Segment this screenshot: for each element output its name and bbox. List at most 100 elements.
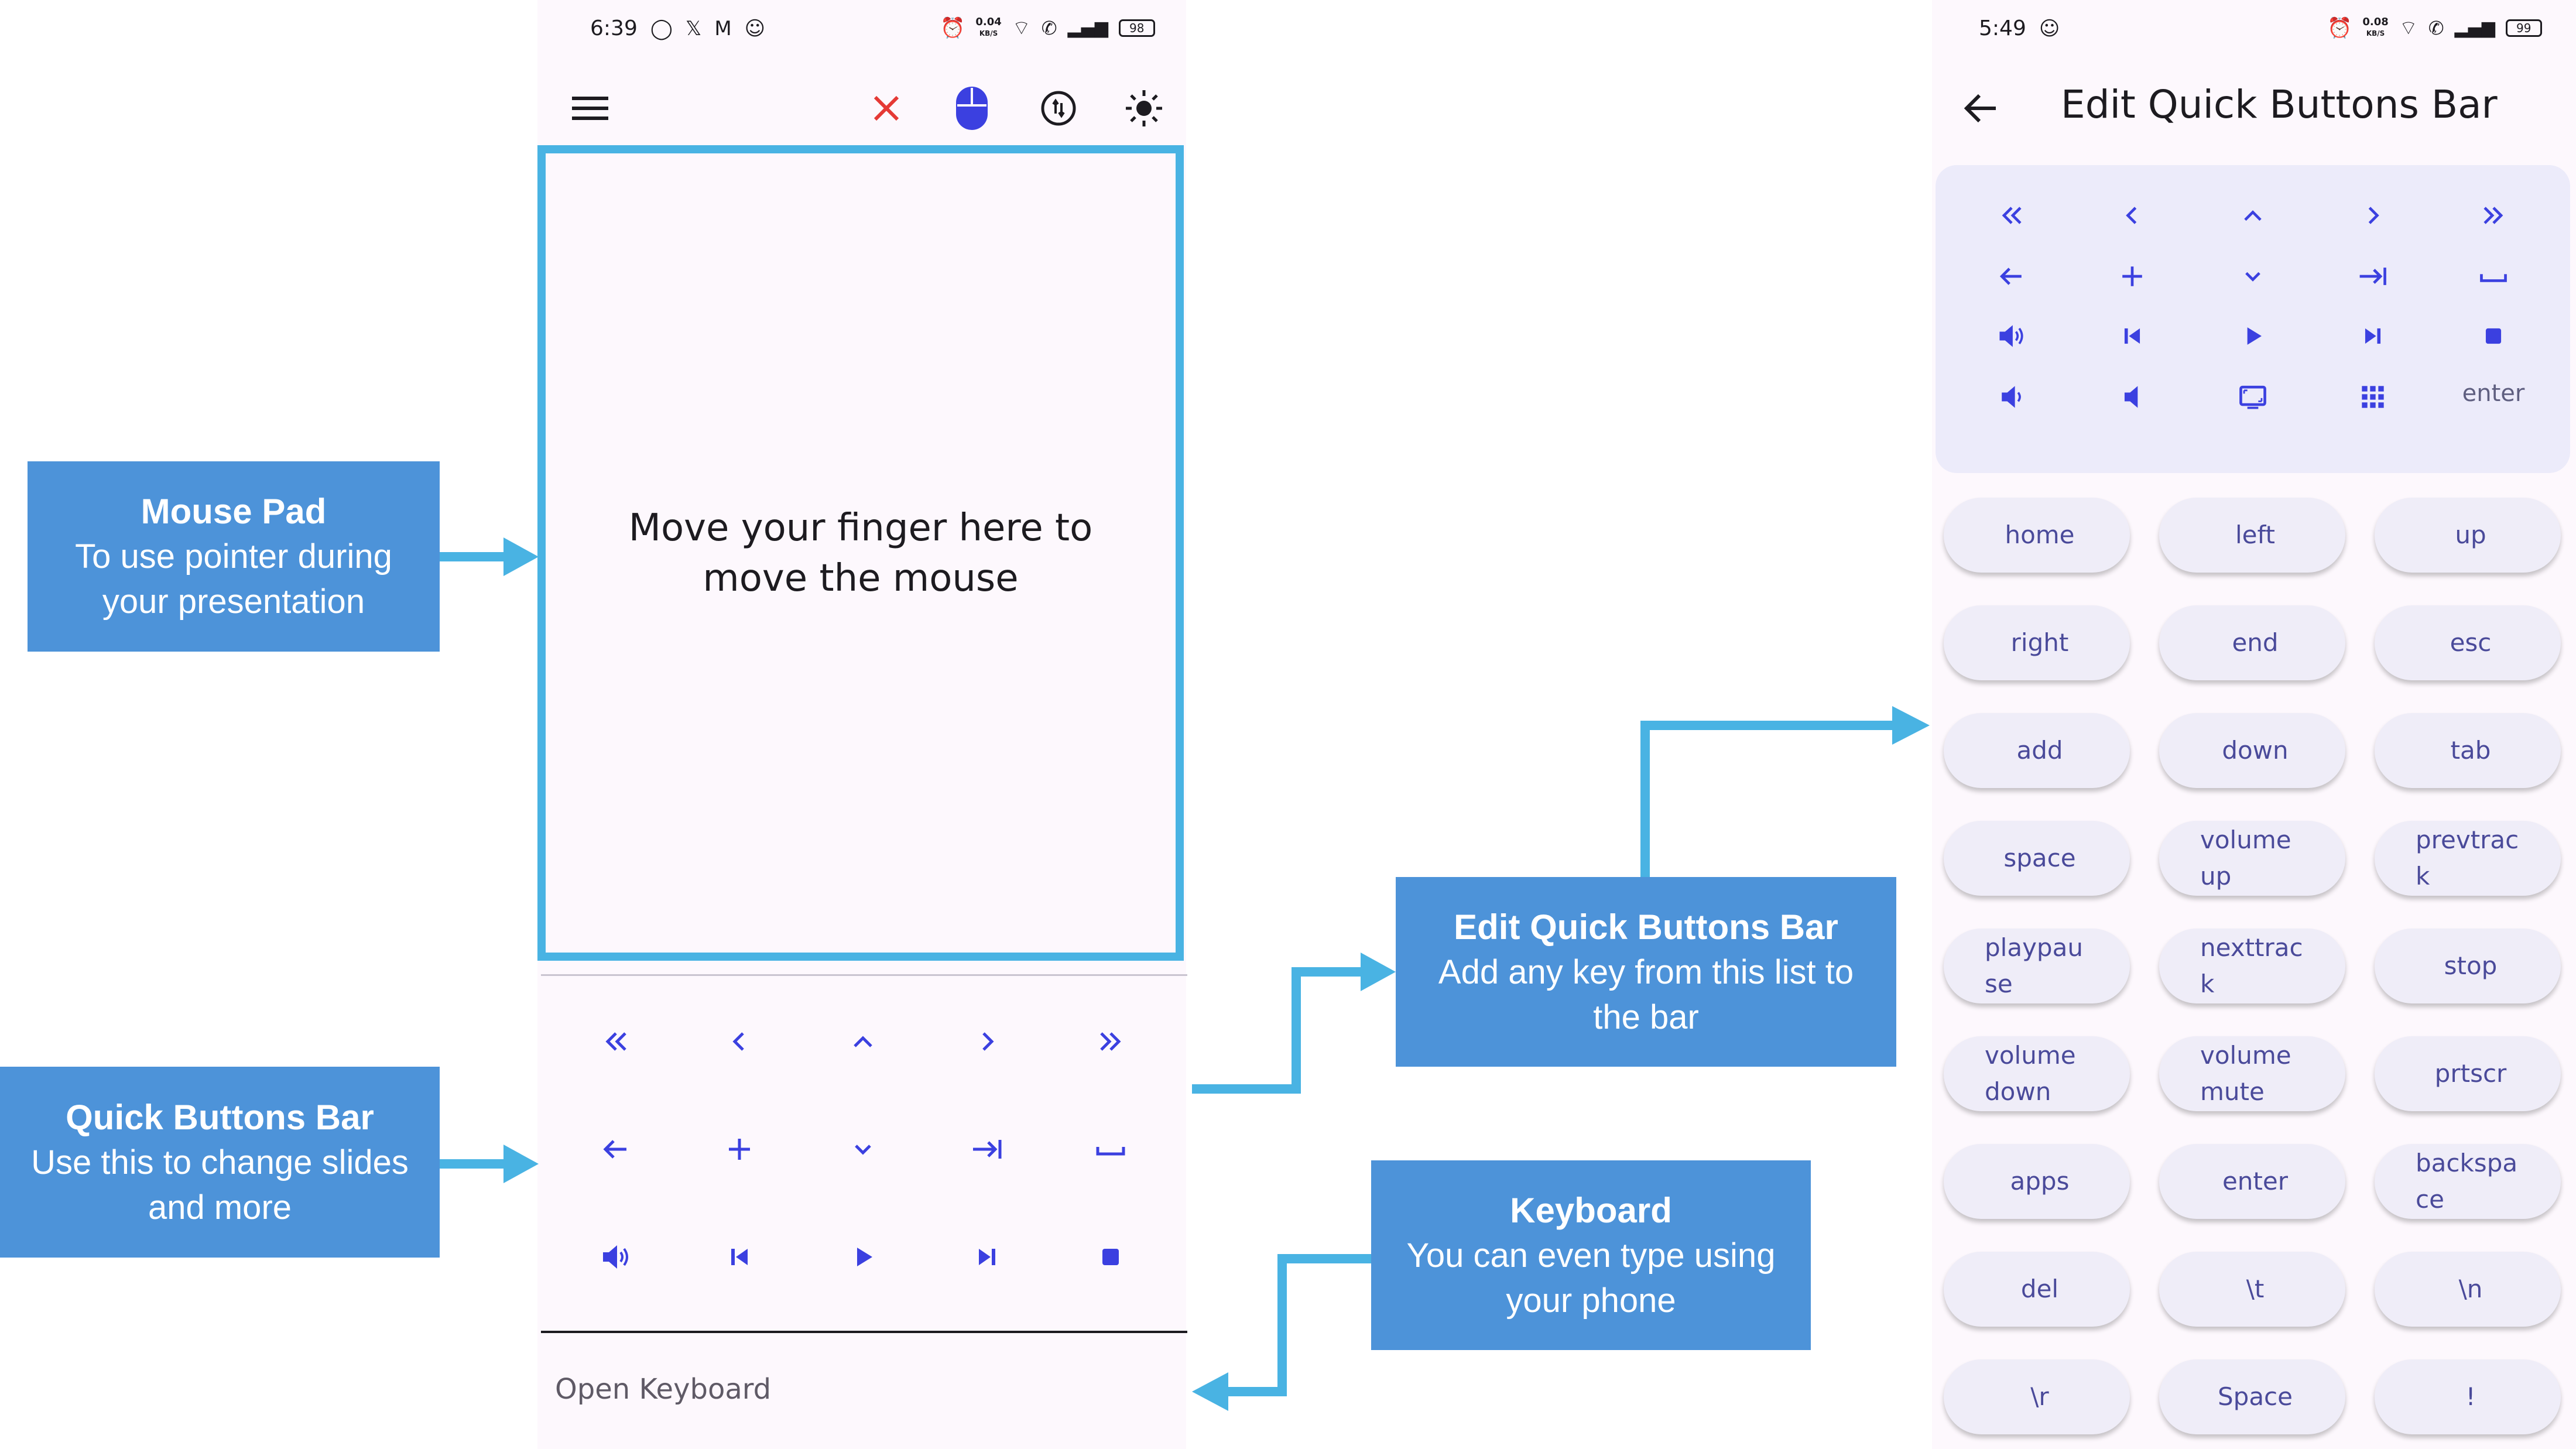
key-chip[interactable]: prtscr — [2375, 1036, 2561, 1111]
key-chip[interactable]: add — [1944, 713, 2130, 788]
stop-icon[interactable] — [1078, 1225, 1143, 1289]
chevron-down-icon[interactable] — [2221, 247, 2285, 306]
status-time: 6:39 — [590, 16, 638, 40]
space-bar-icon[interactable] — [1078, 1117, 1143, 1181]
callout-keyboard: Keyboard You can even type using your ph… — [1371, 1160, 1811, 1350]
alarm-icon: ⏰ — [2327, 16, 2352, 40]
alarm-icon: ⏰ — [940, 16, 965, 40]
brightness-icon[interactable] — [1121, 85, 1167, 132]
skip-previous-icon[interactable] — [707, 1225, 772, 1289]
key-chip[interactable]: home — [1944, 498, 2130, 573]
wifi-icon: ⌔ — [2399, 16, 2418, 40]
apps-grid-icon[interactable] — [2341, 368, 2405, 426]
wifi-icon: ⌔ — [1012, 16, 1031, 40]
callout-mouse-pad-desc: To use pointer during your presentation — [75, 537, 392, 621]
key-chip[interactable]: backspace — [2375, 1144, 2561, 1219]
right-status-right: ⏰ 0.08 KB/S ⌔ ✆ ▂▄▆ 99 — [2327, 15, 2542, 40]
back-arrow-icon[interactable] — [1954, 82, 2007, 135]
history-sync-icon[interactable] — [1035, 85, 1082, 132]
chevron-up-icon[interactable] — [831, 1009, 895, 1074]
key-chip[interactable]: space — [1944, 821, 2130, 896]
chevron-up-icon[interactable] — [2221, 186, 2285, 245]
callout-mouse-pad-title: Mouse Pad — [141, 492, 327, 531]
key-chip[interactable]: right — [1944, 605, 2130, 680]
key-chip[interactable]: nexttrack — [2159, 929, 2345, 1003]
key-chip[interactable]: apps — [1944, 1144, 2130, 1219]
arrow-left-icon[interactable] — [584, 1117, 648, 1181]
key-chip[interactable]: \n — [2375, 1252, 2561, 1327]
left-status-right: ⏰ 0.04 KB/S ⌔ ✆ ▂▄▆ 98 — [940, 15, 1155, 40]
key-chip[interactable]: playpause — [1944, 929, 2130, 1003]
divider-top — [541, 974, 1187, 976]
chevron-left-icon[interactable] — [2100, 186, 2164, 245]
notification-icon: ☺ — [744, 16, 766, 40]
chevron-down-icon[interactable] — [831, 1117, 895, 1181]
callout-edit-bar-title: Edit Quick Buttons Bar — [1454, 907, 1838, 947]
call-icon: ✆ — [1041, 16, 1057, 39]
callout-keyboard-title: Keyboard — [1510, 1190, 1672, 1230]
key-chip[interactable]: down — [2159, 713, 2345, 788]
space-bar-icon[interactable] — [2461, 247, 2526, 306]
divider-keyboard — [541, 1331, 1187, 1333]
callout-mouse-pad: Mouse Pad To use pointer during your pre… — [28, 461, 440, 652]
skip-next-icon[interactable] — [2341, 307, 2405, 365]
notification-icon: ☺ — [2039, 16, 2060, 40]
callout-quick-buttons: Quick Buttons Bar Use this to change sli… — [0, 1067, 440, 1258]
key-chip[interactable]: stop — [2375, 929, 2561, 1003]
key-chip[interactable]: volume mute — [2159, 1036, 2345, 1111]
volume-up-icon[interactable] — [1979, 307, 2044, 365]
chevron-right-icon[interactable] — [2341, 186, 2405, 245]
menu-icon[interactable] — [567, 88, 614, 129]
key-chip[interactable]: volume down — [1944, 1036, 2130, 1111]
tab-arrow-icon[interactable] — [2341, 247, 2405, 306]
callout-keyboard-desc: You can even type using your phone — [1406, 1236, 1776, 1320]
plus-icon[interactable] — [707, 1117, 772, 1181]
arrow-left-icon[interactable] — [1979, 247, 2044, 306]
left-status-bar: 6:39 ◯ 𝕏 M ☺ — [590, 16, 765, 40]
battery-icon: 99 — [2505, 19, 2542, 37]
tab-arrow-icon[interactable] — [955, 1117, 1019, 1181]
whatsapp-icon: ◯ — [650, 16, 673, 40]
key-chip[interactable]: Space — [2159, 1359, 2345, 1434]
key-chip[interactable]: left — [2159, 498, 2345, 573]
callout-edit-bar: Edit Quick Buttons Bar Add any key from … — [1396, 877, 1896, 1067]
key-chip[interactable]: esc — [2375, 605, 2561, 680]
key-chip[interactable]: prevtrack — [2375, 821, 2561, 896]
play-icon[interactable] — [831, 1225, 895, 1289]
double-chevron-right-icon[interactable] — [2461, 186, 2526, 245]
key-chip[interactable]: volume up — [2159, 821, 2345, 896]
double-chevron-left-icon[interactable] — [584, 1009, 648, 1074]
enter-key-label[interactable]: enter — [2450, 364, 2537, 423]
double-chevron-left-icon[interactable] — [1979, 186, 2044, 245]
callout-quick-buttons-title: Quick Buttons Bar — [66, 1097, 374, 1137]
skip-previous-icon[interactable] — [2100, 307, 2164, 365]
plus-icon[interactable] — [2100, 247, 2164, 306]
key-chip[interactable]: up — [2375, 498, 2561, 573]
chevron-right-icon[interactable] — [955, 1009, 1019, 1074]
key-chip[interactable]: del — [1944, 1252, 2130, 1327]
chevron-left-icon[interactable] — [707, 1009, 772, 1074]
play-icon[interactable] — [2221, 307, 2285, 365]
mouse-icon[interactable] — [948, 82, 995, 135]
double-chevron-right-icon[interactable] — [1078, 1009, 1143, 1074]
open-keyboard-field[interactable]: Open Keyboard — [555, 1373, 771, 1406]
key-chip[interactable]: \r — [1944, 1359, 2130, 1434]
mouse-pad-hint: Move your finger here to move the mouse — [628, 506, 1093, 600]
mouse-pad[interactable]: Move your finger here to move the mouse — [537, 145, 1184, 961]
key-chip[interactable]: tab — [2375, 713, 2561, 788]
key-chip[interactable]: ! — [2375, 1359, 2561, 1434]
skip-next-icon[interactable] — [955, 1225, 1019, 1289]
x-app-icon: 𝕏 — [685, 16, 702, 40]
key-chip[interactable]: \t — [2159, 1252, 2345, 1327]
page-title: Edit Quick Buttons Bar — [2061, 82, 2498, 127]
right-status-bar: 5:49 ☺ — [1979, 16, 2060, 40]
volume-up-icon[interactable] — [584, 1225, 648, 1289]
key-chip[interactable]: enter — [2159, 1144, 2345, 1219]
signal-icon: ▂▄▆ — [2454, 18, 2495, 38]
close-icon[interactable] — [863, 88, 910, 129]
screenshot-icon[interactable] — [2221, 368, 2285, 426]
stop-icon[interactable] — [2461, 307, 2526, 365]
key-chip[interactable]: end — [2159, 605, 2345, 680]
volume-mute-icon[interactable] — [2100, 368, 2164, 426]
volume-down-icon[interactable] — [1979, 368, 2044, 426]
